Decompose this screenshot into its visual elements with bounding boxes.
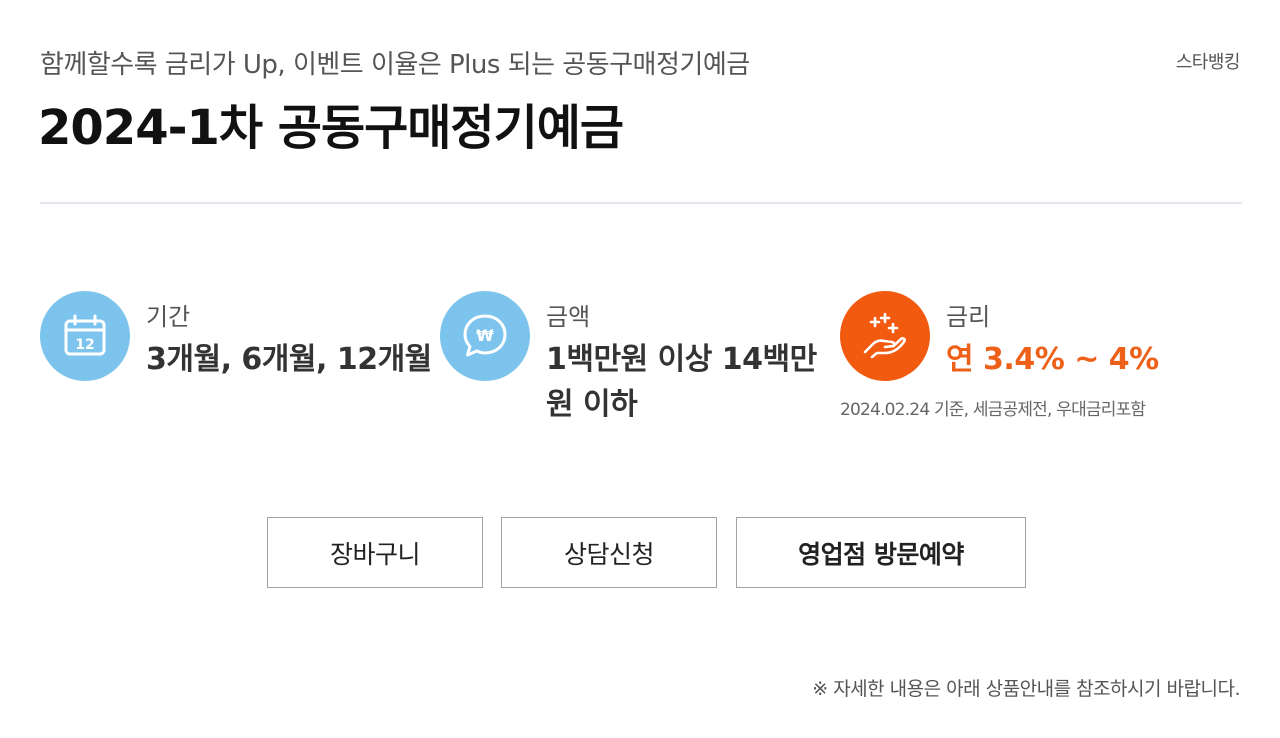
add-to-cart-button[interactable]: 장바구니 (267, 517, 483, 588)
product-title: 2024-1차 공동구매정기예금 (38, 100, 624, 156)
svg-text:₩: ₩ (476, 326, 494, 345)
amount-value-line-1: 1백만원 이상 14백만 (546, 342, 817, 377)
period-label: 기간 (146, 303, 191, 331)
amount-value: 1백만원 이상 14백만 원 이하 (546, 337, 817, 427)
branch-visit-reservation-button[interactable]: 영업점 방문예약 (736, 517, 1026, 588)
header-divider (40, 202, 1242, 204)
amount-label: 금액 (546, 303, 591, 331)
calendar-icon: 12 (40, 291, 130, 381)
product-subtitle: 함께할수록 금리가 Up, 이벤트 이율은 Plus 되는 공동구매정기예금 (40, 50, 750, 80)
rate-note: 2024.02.24 기준, 세금공제전, 우대금리포함 (840, 400, 1146, 420)
won-chat-bubble-icon: ₩ (440, 291, 530, 381)
product-guide-footnote: ※ 자세한 내용은 아래 상품안내를 참조하시기 바랍니다. (812, 678, 1240, 700)
period-value: 3개월, 6개월, 12개월 (146, 342, 432, 377)
amount-value-line-2: 원 이하 (546, 387, 638, 422)
consult-request-button[interactable]: 상담신청 (501, 517, 717, 588)
rate-value: 연 3.4% ~ 4% (946, 342, 1159, 377)
svg-text:12: 12 (75, 337, 94, 353)
rate-label: 금리 (946, 303, 991, 331)
star-banking-link[interactable]: 스타뱅킹 (1176, 48, 1241, 74)
sparkle-hand-icon (840, 291, 930, 381)
